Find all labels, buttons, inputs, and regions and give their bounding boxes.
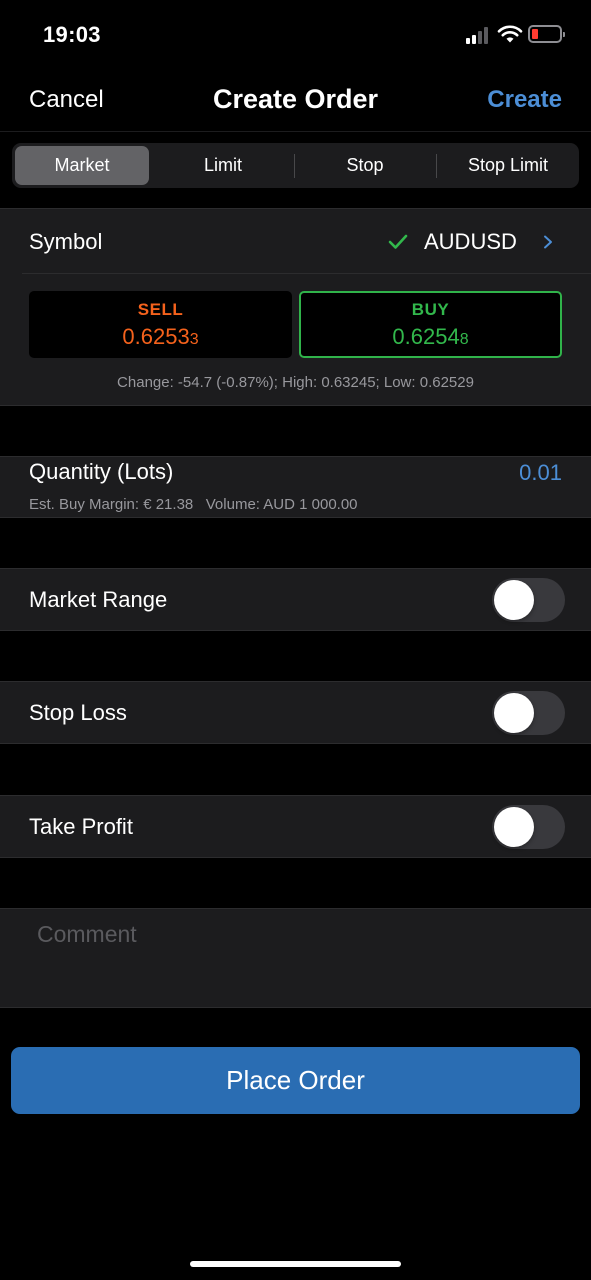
quantity-label: Quantity (Lots) [29, 459, 174, 484]
nav-divider [0, 131, 591, 132]
comment-placeholder: Comment [37, 921, 137, 947]
tab-market[interactable]: Market [15, 146, 149, 185]
buy-price: 0.62548 [392, 324, 469, 349]
buy-button[interactable]: BUY 0.62548 [299, 291, 562, 358]
symbol-value[interactable]: AUDUSD [424, 229, 517, 255]
wifi-icon [497, 25, 523, 43]
buy-label: BUY [411, 300, 450, 319]
sell-price: 0.62533 [122, 324, 199, 349]
market-range-toggle[interactable] [492, 578, 565, 622]
chevron-right-icon[interactable] [543, 235, 553, 249]
tab-stop-limit[interactable]: Stop Limit [437, 143, 579, 188]
sell-button[interactable]: SELL 0.62533 [29, 291, 292, 358]
status-time: 19:03 [43, 22, 101, 47]
take-profit-label: Take Profit [29, 814, 133, 839]
tab-stop[interactable]: Stop [295, 143, 435, 188]
checkmark-icon [388, 234, 408, 249]
home-indicator[interactable] [190, 1261, 401, 1267]
stop-loss-toggle[interactable] [492, 691, 565, 735]
stop-loss-label: Stop Loss [29, 700, 127, 725]
sell-label: SELL [137, 300, 184, 319]
battery-icon [528, 25, 565, 43]
margin-info-text: Est. Buy Margin: € 21.38 Volume: AUD 1 0… [29, 496, 358, 513]
take-profit-toggle[interactable] [492, 805, 565, 849]
battery-level [532, 29, 538, 39]
create-button[interactable]: Create [487, 86, 562, 114]
place-order-button[interactable]: Place Order [11, 1047, 580, 1114]
tab-limit[interactable]: Limit [153, 143, 293, 188]
market-range-label: Market Range [29, 587, 168, 612]
symbol-divider [22, 273, 591, 274]
symbol-label: Symbol [29, 229, 103, 254]
price-change-text: Change: -54.7 (-0.87%); High: 0.63245; L… [117, 374, 474, 391]
quantity-input[interactable]: 0.01 [519, 460, 562, 486]
order-type-segmented-control: Market Limit Stop Stop Limit [12, 143, 579, 188]
cellular-signal-icon [466, 26, 492, 44]
